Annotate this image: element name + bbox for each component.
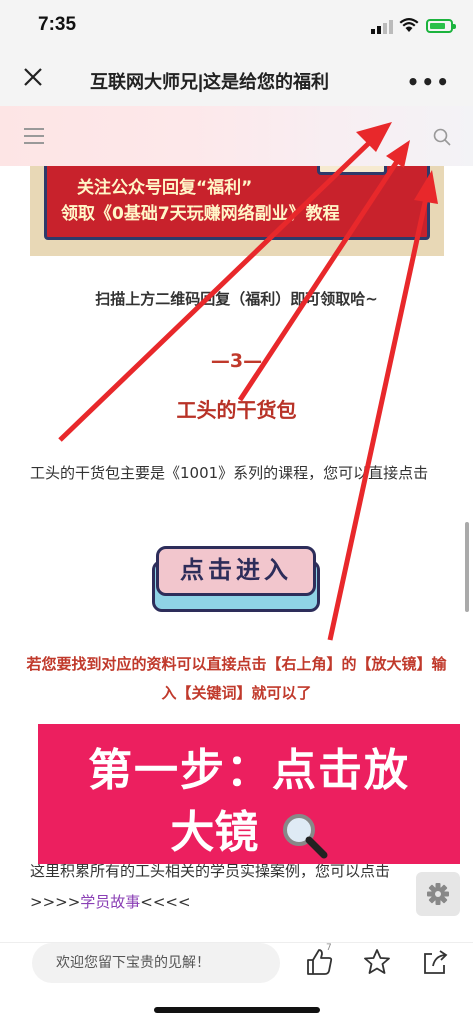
menu-icon[interactable] bbox=[24, 128, 44, 144]
search-tip: 若您要找到对应的资料可以直接点击【右上角】的【放大镜】输入【关键词】就可以了 bbox=[26, 655, 447, 702]
site-toolbar bbox=[0, 106, 473, 166]
bottom-bar: 欢迎您留下宝贵的见解！ 7 bbox=[0, 942, 473, 1024]
article-content: 关注公众号回复“福利” 领取《0基础7天玩赚网络副业》教程 扫描上方二维码回复（… bbox=[0, 166, 473, 942]
close-icon[interactable] bbox=[22, 66, 44, 88]
banner-line-2: 领取《0基础7天玩赚网络副业》教程 bbox=[61, 204, 340, 224]
search-icon[interactable] bbox=[433, 128, 451, 146]
enter-button-label: 点击进入 bbox=[156, 546, 316, 596]
banner-line-1: 关注公众号回复“福利” bbox=[77, 178, 253, 198]
instruction-overlay: 第一步：点击放 大镜 bbox=[38, 724, 460, 864]
home-indicator bbox=[154, 1007, 320, 1013]
arrows-right: <<<< bbox=[140, 893, 191, 911]
battery-icon bbox=[426, 19, 456, 33]
settings-button[interactable] bbox=[416, 872, 460, 916]
gear-icon bbox=[427, 883, 449, 905]
scrollbar[interactable] bbox=[465, 522, 469, 612]
scan-tip: 扫描上方二维码回复（福利）即可领取哈~ bbox=[95, 290, 378, 308]
stories-text: 这里积累所有的工头相关的学员实操案例，您可以点击 bbox=[30, 862, 391, 880]
promo-banner[interactable]: 关注公众号回复“福利” 领取《0基础7天玩赚网络副业》教程 bbox=[30, 166, 444, 256]
star-icon[interactable] bbox=[362, 947, 392, 977]
overlay-line-1: 第一步：点击放 bbox=[88, 745, 410, 796]
status-time: 7:35 bbox=[38, 14, 77, 35]
promo-banner-panel: 关注公众号回复“福利” 领取《0基础7天玩赚网络副业》教程 bbox=[44, 166, 430, 240]
nav-bar: 互联网大师兄|这是给您的福利 ••• bbox=[0, 50, 473, 106]
status-bar: 7:35 bbox=[0, 0, 473, 50]
overlay-line-2: 大镜 bbox=[38, 796, 460, 860]
section-title: 工头的干货包 bbox=[176, 398, 297, 422]
signal-icon bbox=[371, 20, 393, 34]
body-paragraph: 工头的干货包主要是《1001》系列的课程，您可以直接点击 bbox=[30, 464, 429, 482]
section-number: —3— bbox=[210, 350, 263, 372]
banner-decoration bbox=[317, 166, 387, 175]
enter-button[interactable]: 点击进入 bbox=[150, 546, 322, 612]
magnifier-icon bbox=[282, 814, 328, 859]
stories-paragraph: 这里积累所有的工头相关的学员实操案例，您可以点击 >>>>学员故事<<<< bbox=[30, 856, 444, 918]
student-stories-link[interactable]: 学员故事 bbox=[80, 893, 140, 911]
page-title: 互联网大师兄|这是给您的福利 bbox=[90, 72, 330, 92]
share-icon[interactable] bbox=[420, 947, 450, 977]
comment-input[interactable]: 欢迎您留下宝贵的见解！ bbox=[32, 943, 280, 983]
more-icon[interactable]: ••• bbox=[407, 70, 451, 94]
like-count: 7 bbox=[326, 943, 332, 953]
overlay-line-2-text: 大镜 bbox=[170, 807, 259, 858]
arrows-left: >>>> bbox=[30, 893, 81, 911]
wifi-icon bbox=[399, 18, 419, 32]
